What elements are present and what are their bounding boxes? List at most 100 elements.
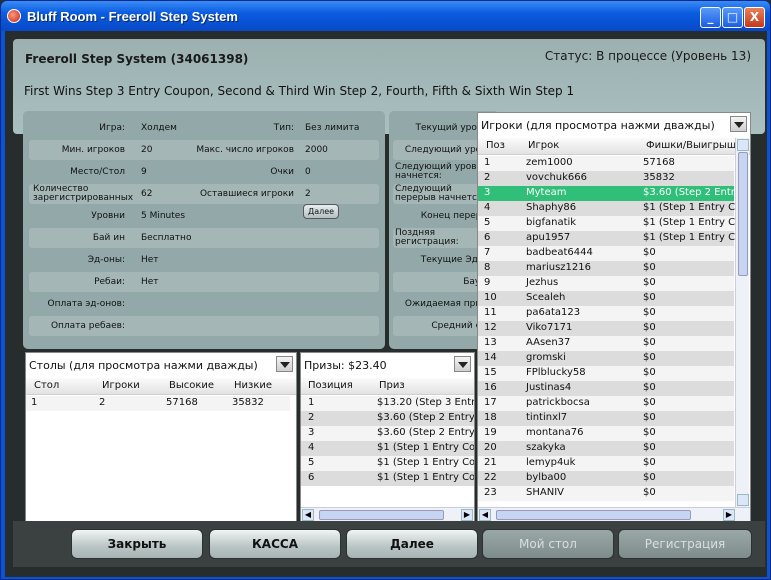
- prizes-dropdown-button[interactable]: [454, 356, 471, 372]
- players-list: Игроки (для просмотра нажми дважды) Поз …: [477, 112, 751, 522]
- table-row[interactable]: 2 vovchuk666 35832: [478, 171, 734, 186]
- players-dropdown-button[interactable]: [730, 116, 747, 132]
- close-window-button[interactable]: X: [744, 7, 765, 28]
- cell: 21: [484, 457, 497, 468]
- cell: $0: [643, 307, 656, 318]
- info-value: Холдем: [141, 123, 177, 133]
- table-row[interactable]: 18 tintinxl7 $0: [478, 411, 734, 426]
- info-value: Нет: [141, 277, 159, 287]
- close-button[interactable]: Закрыть: [71, 529, 203, 559]
- table-row[interactable]: 13 AAsen37 $0: [478, 336, 734, 351]
- table-row[interactable]: 23 SHANIV $0: [478, 486, 734, 501]
- players-vscroll[interactable]: [735, 138, 749, 507]
- cell: $0: [643, 337, 656, 348]
- cell: $3.60 (Step 2 Entry: [643, 187, 741, 198]
- table-row[interactable]: 16 Justinas4 $0: [478, 381, 734, 396]
- my-table-button[interactable]: Мой стол: [482, 529, 614, 559]
- info-value: Нет: [141, 255, 159, 265]
- players-hscroll-thumb[interactable]: [496, 510, 691, 520]
- table-row[interactable]: 6 $1 (Step 1 Entry Co: [301, 471, 474, 486]
- cell: 4: [308, 442, 315, 453]
- cell: zem1000: [526, 157, 573, 168]
- scroll-left-icon[interactable]: ◀: [302, 509, 314, 521]
- info-row: Эд-оны: Нет: [29, 250, 379, 270]
- col-header-pos[interactable]: Поз: [486, 140, 505, 151]
- table-row[interactable]: 4 Shaphy86 $1 (Step 1 Entry Co: [478, 201, 741, 216]
- table-row[interactable]: 20 szakyka $0: [478, 441, 734, 456]
- maximize-button[interactable]: □: [722, 7, 743, 28]
- table-row[interactable]: 7 badbeat6444 $0: [478, 246, 734, 261]
- minimize-button[interactable]: _: [700, 7, 721, 28]
- players-vscroll-thumb[interactable]: [738, 152, 748, 276]
- scroll-down-icon[interactable]: [737, 494, 749, 506]
- cashier-button[interactable]: КАССА: [209, 529, 341, 559]
- register-button[interactable]: Регистрация: [618, 529, 752, 559]
- cell: gromski: [526, 352, 566, 363]
- table-row[interactable]: 1 $13.20 (Step 3 Entry): [301, 396, 474, 411]
- table-row[interactable]: 9 Jezhus $0: [478, 276, 734, 291]
- prizes-list-header: Позиция Приз: [301, 378, 474, 395]
- info-value: 2: [305, 189, 311, 199]
- cell: patrickbocsa: [526, 397, 590, 408]
- col-header-position[interactable]: Позиция: [308, 380, 353, 391]
- title-bar[interactable]: Bluff Room - Freeroll Step System _ □ X: [1, 1, 770, 31]
- table-row[interactable]: 11 pa6ata123 $0: [478, 306, 734, 321]
- table-row[interactable]: 12 Viko7171 $0: [478, 321, 734, 336]
- prizes-hscroll[interactable]: ◀ ▶: [301, 507, 474, 521]
- col-header-prize[interactable]: Приз: [379, 380, 405, 391]
- cell: tintinxl7: [526, 412, 568, 423]
- table-row[interactable]: 14 gromski $0: [478, 351, 734, 366]
- scroll-up-icon[interactable]: [737, 139, 749, 151]
- players-hscroll[interactable]: ◀ ▶: [478, 507, 750, 521]
- col-header-chips[interactable]: Фишки/Выигрыш: [646, 140, 736, 151]
- prizes-hscroll-thumb[interactable]: [319, 510, 444, 520]
- table-row[interactable]: 22 bylba00 $0: [478, 471, 734, 486]
- scroll-right-icon[interactable]: ▶: [461, 509, 473, 521]
- col-header-player[interactable]: Игрок: [528, 140, 559, 151]
- table-row[interactable]: 5 bigfanatik $1 (Step 1 Entry Co: [478, 216, 741, 231]
- table-row[interactable]: 6 apu1957 $1 (Step 1 Entry Co: [478, 231, 741, 246]
- app-logo-icon: [7, 9, 21, 23]
- levels-more-button[interactable]: Далее: [303, 204, 339, 219]
- cell: Viko7171: [526, 322, 573, 333]
- cell: $3.60 (Step 2 Entry): [377, 427, 475, 438]
- info-label: Ребаи:: [94, 277, 125, 287]
- info-label: Макс. число игроков: [196, 145, 294, 155]
- cell: 11: [484, 307, 497, 318]
- table-row[interactable]: 5 $1 (Step 1 Entry Co: [301, 456, 474, 471]
- table-row[interactable]: 19 montana76 $0: [478, 426, 734, 441]
- cell: 15: [484, 367, 497, 378]
- table-row[interactable]: 3 $3.60 (Step 2 Entry): [301, 426, 474, 441]
- cell: $0: [643, 247, 656, 258]
- table-row[interactable]: 1 2 57168 35832: [26, 396, 290, 411]
- window-title: Bluff Room - Freeroll Step System: [27, 9, 238, 24]
- scroll-right-icon[interactable]: ▶: [723, 509, 735, 521]
- table-row[interactable]: 15 FPlblucky58 $0: [478, 366, 734, 381]
- table-row[interactable]: 8 mariusz1216 $0: [478, 261, 734, 276]
- col-header-players[interactable]: Игроки: [102, 380, 140, 391]
- table-row[interactable]: 10 Scealeh $0: [478, 291, 734, 306]
- next-button[interactable]: Далее: [346, 529, 478, 559]
- cell: 17: [484, 397, 497, 408]
- table-row[interactable]: 4 $1 (Step 1 Entry Co: [301, 441, 474, 456]
- cell: FPlblucky58: [526, 367, 586, 378]
- cell: badbeat6444: [526, 247, 593, 258]
- tables-list: Столы (для просмотра нажми дважды) Стол …: [25, 352, 297, 522]
- col-header-table[interactable]: Стол: [34, 380, 59, 391]
- col-header-high[interactable]: Высокие: [169, 380, 214, 391]
- table-row[interactable]: 1 zem1000 57168: [478, 156, 734, 171]
- info-label: Место/Стол: [70, 167, 125, 177]
- table-row[interactable]: 17 patrickbocsa $0: [478, 396, 734, 411]
- tables-dropdown-button[interactable]: [276, 356, 293, 372]
- tournament-name: Freeroll Step System (34061398): [25, 52, 249, 66]
- col-header-low[interactable]: Низкие: [234, 380, 272, 391]
- main-window: Bluff Room - Freeroll Step System _ □ X …: [0, 0, 771, 580]
- cell: 1: [308, 397, 315, 408]
- cell: 14: [484, 352, 497, 363]
- table-row[interactable]: 2 $3.60 (Step 2 Entry): [301, 411, 474, 426]
- table-row[interactable]: 21 lemyp4uk $0: [478, 456, 734, 471]
- table-row[interactable]: 3 Myteam $3.60 (Step 2 Entry: [478, 186, 741, 201]
- info-row: Ребаи: Нет: [29, 272, 379, 292]
- scroll-left-icon[interactable]: ◀: [479, 509, 491, 521]
- info-label: Количество зарегистрированных: [33, 184, 134, 203]
